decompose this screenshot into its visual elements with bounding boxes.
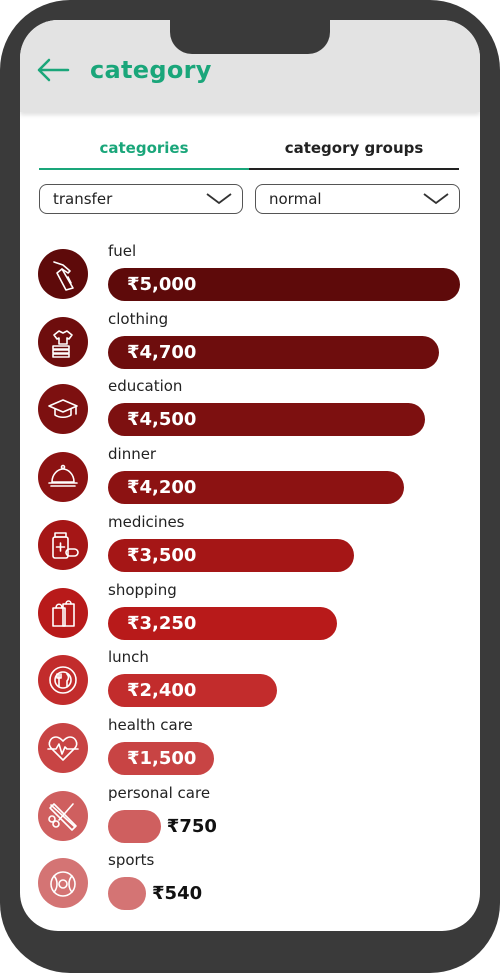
fuel-icon [38, 249, 88, 299]
amount-bar [108, 877, 147, 911]
amount-label: ₹750 [166, 815, 217, 837]
phone-notch [170, 20, 330, 54]
tab-bar: categories category groups [39, 130, 459, 170]
amount-label: ₹5,000 [127, 274, 197, 295]
amount-label: ₹3,250 [127, 612, 197, 634]
category-name: dinner [108, 445, 157, 464]
plate-cutlery-icon [38, 655, 88, 706]
category-row[interactable]: shopping ₹3,250 [20, 581, 480, 643]
category-row[interactable]: clothing ₹4,700 [20, 310, 480, 372]
mode-dropdown[interactable]: normal [255, 184, 460, 214]
tab-category-groups[interactable]: category groups [249, 130, 459, 170]
ball-icon [38, 858, 88, 909]
category-name: shopping [108, 580, 177, 599]
category-row[interactable]: health care ₹1,500 [20, 716, 480, 778]
category-name: education [108, 377, 183, 396]
shopping-bag-icon [38, 587, 88, 638]
chevron-down-icon [423, 193, 449, 205]
amount-label: ₹4,500 [127, 409, 197, 431]
amount-label: ₹1,500 [127, 747, 197, 769]
tab-categories[interactable]: categories [39, 130, 249, 170]
mode-dropdown-value: normal [269, 190, 322, 208]
chevron-down-icon [206, 193, 232, 205]
category-name: clothing [108, 309, 169, 328]
category-row[interactable]: dinner ₹4,200 [20, 445, 480, 507]
back-arrow-icon[interactable] [36, 58, 70, 82]
heartbeat-icon [38, 722, 88, 773]
category-name: medicines [108, 512, 185, 531]
phone-frame: category categories category groups tran… [0, 0, 500, 973]
page-title: category [90, 56, 212, 84]
amount-label: ₹540 [152, 883, 203, 905]
category-name: fuel [108, 242, 137, 260]
cloche-icon [38, 452, 88, 503]
category-name: lunch [108, 648, 149, 667]
amount-label: ₹4,200 [127, 477, 197, 499]
amount-label: ₹2,400 [127, 680, 197, 702]
category-row[interactable]: education ₹4,500 [20, 377, 480, 439]
category-name: health care [108, 715, 193, 734]
amount-label: ₹4,700 [127, 341, 197, 363]
graduation-cap-icon [38, 384, 88, 435]
type-dropdown-value: transfer [53, 190, 113, 208]
category-row[interactable]: personal care ₹750 [20, 784, 480, 846]
scissors-razor-icon [38, 790, 88, 841]
amount-bar [108, 809, 161, 843]
category-row[interactable]: medicines ₹3,500 [20, 513, 480, 575]
category-row[interactable]: lunch ₹2,400 [20, 648, 480, 710]
category-name: sports [108, 851, 155, 870]
clothing-icon [38, 316, 88, 367]
type-dropdown[interactable]: transfer [39, 184, 243, 214]
medicine-icon [38, 519, 88, 570]
amount-label: ₹3,500 [127, 544, 197, 566]
screen: category categories category groups tran… [20, 20, 480, 931]
category-name: personal care [108, 783, 211, 802]
category-row[interactable]: fuel ₹5,000 [20, 242, 480, 304]
category-row[interactable]: sports ₹540 [20, 851, 480, 913]
